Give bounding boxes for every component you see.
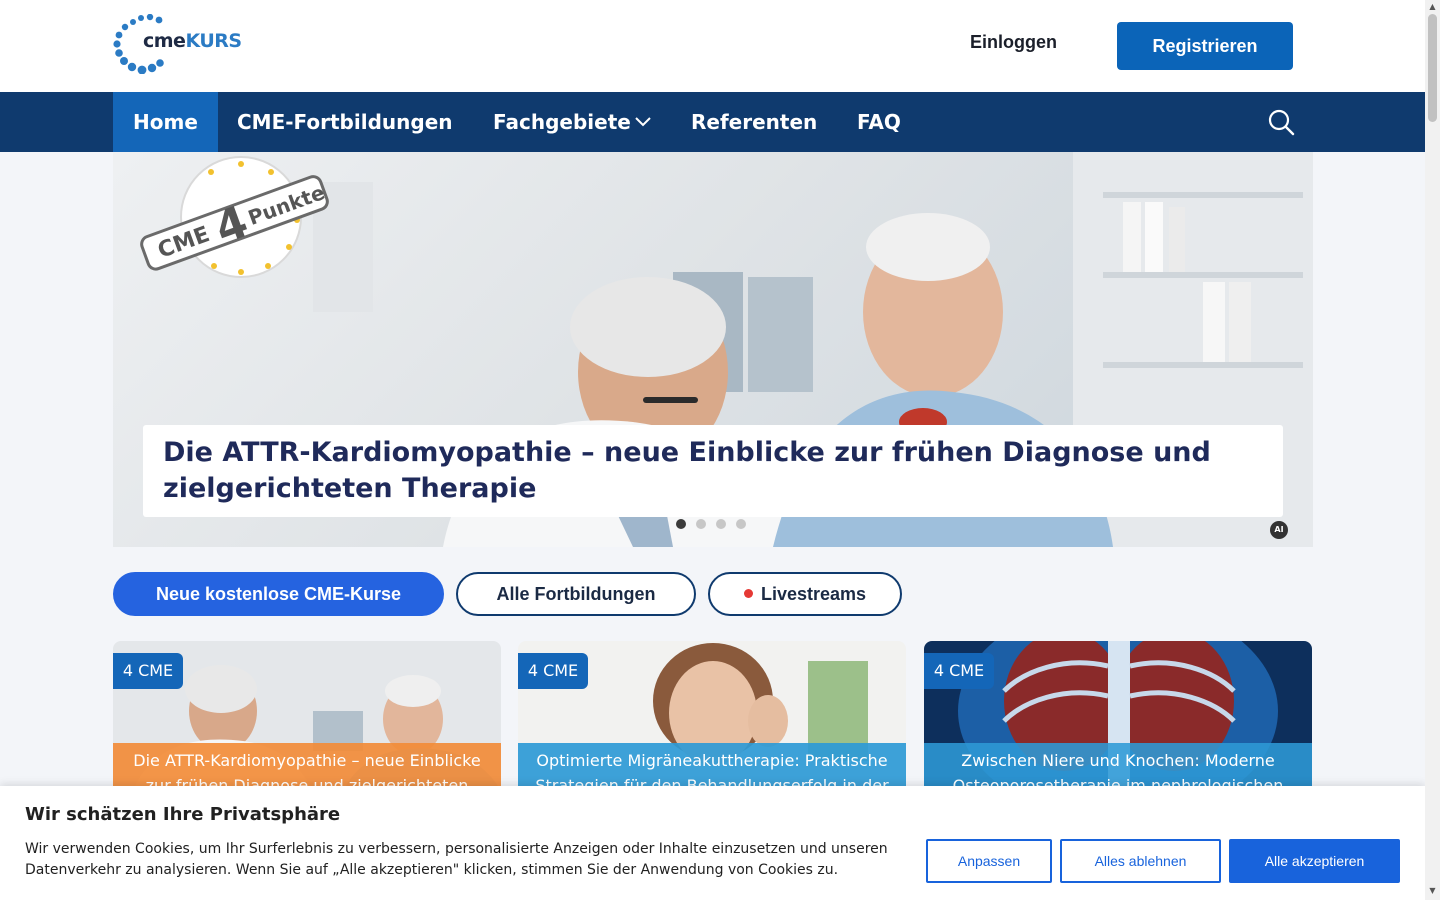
- course-card[interactable]: 4 CME Zwischen Niere und Knochen: Modern…: [924, 641, 1312, 791]
- filter-label: Livestreams: [760, 584, 867, 604]
- cme-points-badge: 4 CME: [113, 653, 183, 689]
- hero-caption[interactable]: Die ATTR-Kardiomyopathie – neue Einblick…: [143, 425, 1283, 517]
- live-dot-icon: [743, 589, 753, 599]
- slider-dot[interactable]: [696, 519, 706, 529]
- cme-points-badge: 4 CME: [924, 653, 994, 689]
- page-scrollbar[interactable]: ▲ ▼: [1425, 0, 1440, 900]
- course-title: Optimierte Migräneakuttherapie: Praktisc…: [518, 743, 906, 791]
- nav-item-fachgebiete[interactable]: Fachgebiete: [473, 92, 671, 152]
- scroll-up-icon[interactable]: ▲: [1428, 2, 1437, 11]
- hero-title: Die ATTR-Kardiomyopathie – neue Einblick…: [163, 437, 1211, 504]
- login-button[interactable]: Einloggen: [970, 32, 1057, 53]
- cme-4-punkte-seal: CME 4 Punkte: [140, 156, 329, 278]
- nav-item-referenten[interactable]: Referenten: [671, 92, 837, 152]
- cookie-customize-button[interactable]: Anpassen: [926, 839, 1052, 883]
- slider-dot[interactable]: [676, 519, 686, 529]
- main-nav: Home CME-Fortbildungen Fachgebiete Refer…: [0, 92, 1425, 152]
- nav-item-label: CME-Fortbildungen: [237, 110, 453, 134]
- nav-item-cme-fortbildungen[interactable]: CME-Fortbildungen: [217, 92, 473, 152]
- course-title: Zwischen Niere und Knochen: Moderne Oste…: [924, 743, 1312, 791]
- slider-dot[interactable]: [736, 519, 746, 529]
- filter-label: Neue kostenlose CME-Kurse: [155, 584, 402, 604]
- nav-item-label: Home: [133, 110, 198, 134]
- course-card[interactable]: 4 CME Optimierte Migräneakuttherapie: Pr…: [518, 641, 906, 791]
- cookie-title: Wir schätzen Ihre Privatsphäre: [25, 804, 341, 825]
- scroll-down-icon[interactable]: ▼: [1428, 886, 1437, 895]
- cme-points-badge: 4 CME: [518, 653, 588, 689]
- logo-part-kurs: KURS: [185, 30, 242, 52]
- hero-slider[interactable]: CME 4 Punkte Die ATTR-Kardiomyopathie – …: [113, 152, 1313, 547]
- filter-livestreams[interactable]: Livestreams: [708, 572, 902, 616]
- slider-dot[interactable]: [716, 519, 726, 529]
- logo-wordmark[interactable]: cmeKURS: [143, 30, 242, 52]
- register-button[interactable]: Registrieren: [1117, 22, 1293, 70]
- chevron-down-icon: [635, 116, 651, 126]
- logo-part-cme: cme: [143, 30, 186, 52]
- filter-new-free-courses[interactable]: Neue kostenlose CME-Kurse: [113, 572, 444, 616]
- nav-item-home[interactable]: Home: [113, 92, 218, 152]
- nav-item-label: FAQ: [857, 110, 901, 134]
- site-header: cmeKURS Einloggen Registrieren: [0, 0, 1425, 92]
- course-title: Die ATTR-Kardiomyopathie – neue Einblick…: [113, 743, 501, 791]
- scroll-thumb[interactable]: [1428, 14, 1437, 122]
- filter-all-trainings[interactable]: Alle Fortbildungen: [456, 572, 696, 616]
- ai-badge: AI: [1270, 521, 1288, 539]
- nav-item-faq[interactable]: FAQ: [837, 92, 921, 152]
- cookie-consent-banner: Wir schätzen Ihre Privatsphäre Wir verwe…: [0, 786, 1425, 900]
- filter-label: Alle Fortbildungen: [496, 584, 656, 604]
- search-icon[interactable]: [1266, 107, 1296, 137]
- course-card[interactable]: 4 CME Die ATTR-Kardiomyopathie – neue Ei…: [113, 641, 501, 791]
- nav-item-label: Fachgebiete: [493, 110, 631, 134]
- cookie-accept-button[interactable]: Alle akzeptieren: [1229, 839, 1400, 883]
- cookie-reject-button[interactable]: Alles ablehnen: [1060, 839, 1221, 883]
- cookie-text: Wir verwenden Cookies, um Ihr Surferlebn…: [25, 841, 888, 878]
- nav-item-label: Referenten: [691, 110, 818, 134]
